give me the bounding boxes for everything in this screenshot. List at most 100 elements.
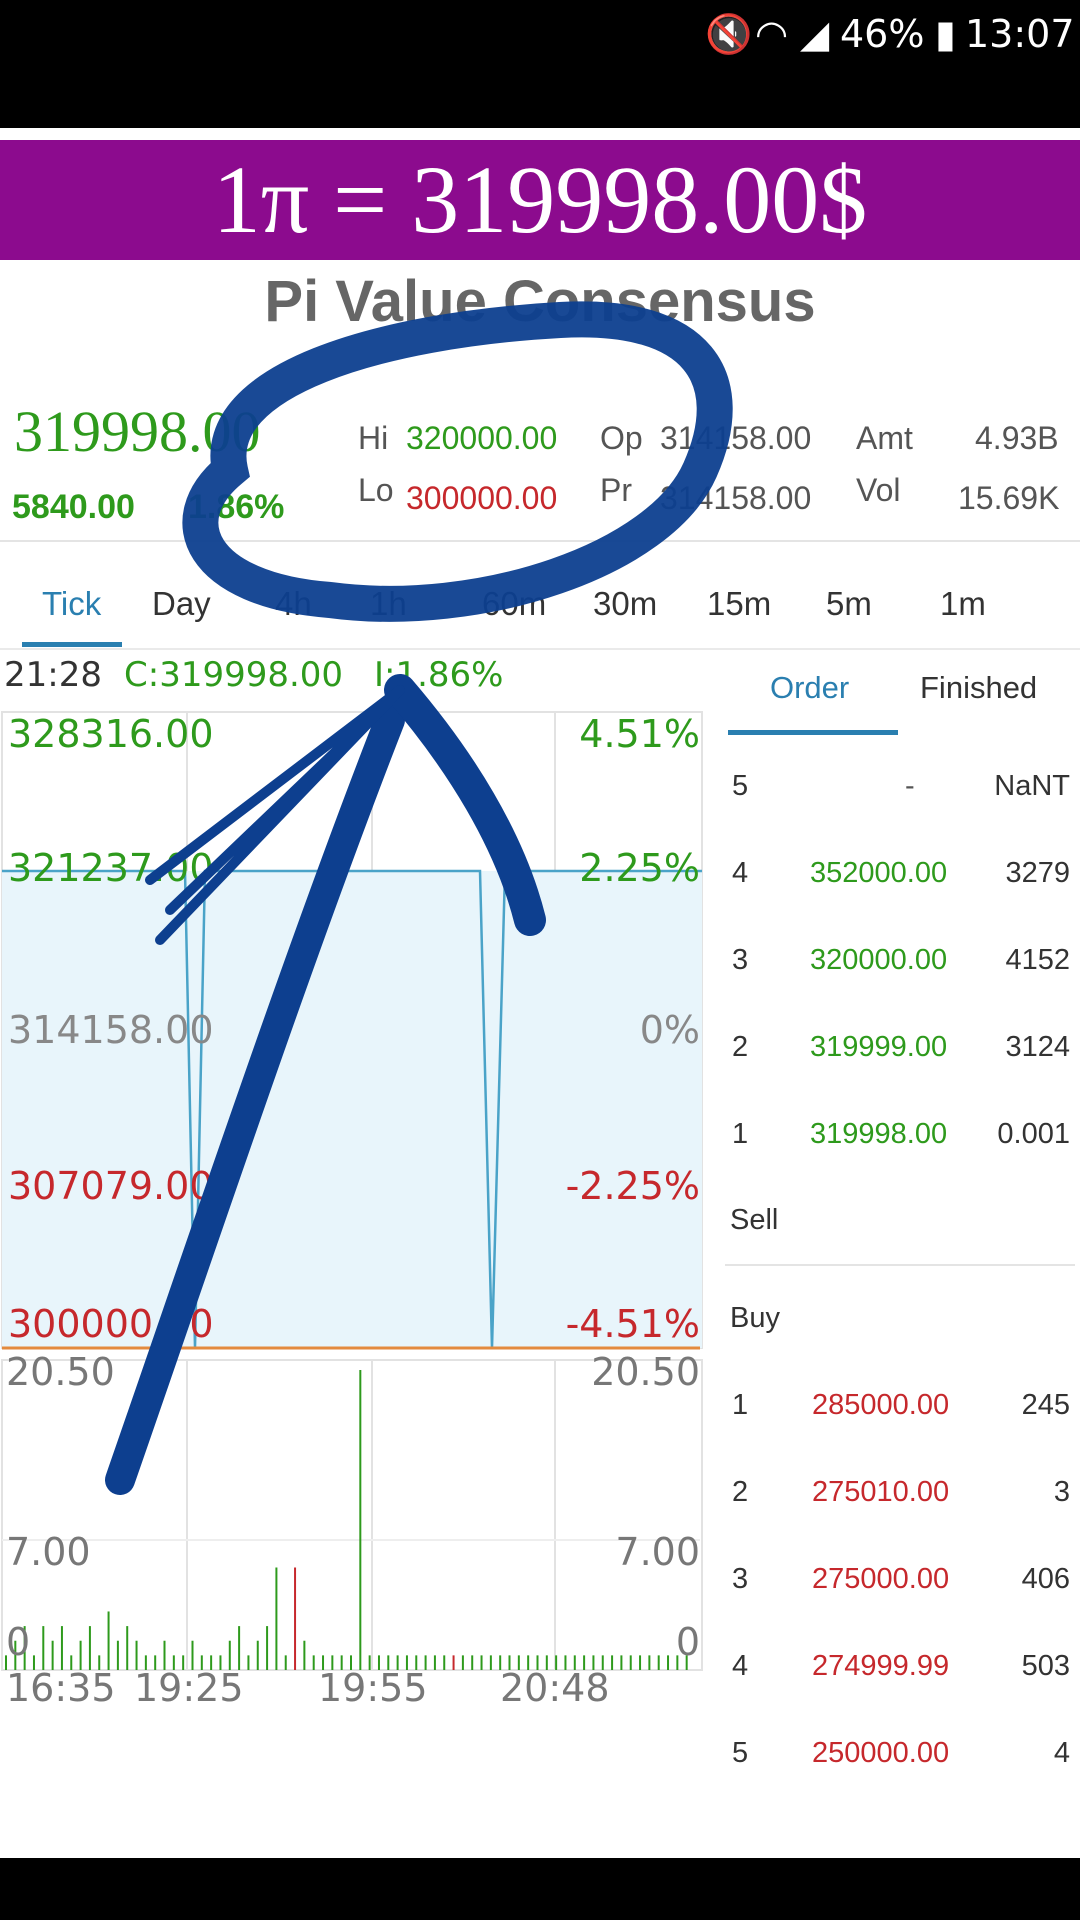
tab-order[interactable]: Order xyxy=(770,670,849,706)
time-axis-label: 19:25 xyxy=(134,1666,244,1710)
navigation-bar xyxy=(0,1858,1080,1920)
tab-day[interactable]: Day xyxy=(152,585,211,623)
lo-value: 300000.00 xyxy=(406,480,558,516)
buy-qty: 245 xyxy=(1021,1389,1070,1421)
tab-1h[interactable]: 1h xyxy=(370,585,407,623)
lo-label: Lo xyxy=(358,472,394,508)
buy-price: 250000.00 xyxy=(812,1737,950,1769)
sell-label: Sell xyxy=(730,1204,779,1236)
buy-price: 275010.00 xyxy=(812,1476,950,1508)
sell-level: 3 xyxy=(732,944,749,976)
hi-label: Hi xyxy=(358,420,389,456)
sell-level: 4 xyxy=(732,857,749,889)
buy-level: 1 xyxy=(732,1389,749,1421)
pct-axis-label: -2.25% xyxy=(565,1164,700,1208)
tab-60m[interactable]: 60m xyxy=(482,585,546,623)
volume-axis-label: 0 xyxy=(6,1620,31,1664)
volume-axis-label: 7.00 xyxy=(6,1530,91,1574)
tab-5m[interactable]: 5m xyxy=(826,585,872,623)
divider xyxy=(725,1264,1075,1266)
time-axis-label: 16:35 xyxy=(6,1666,116,1710)
vol-label: Vol xyxy=(856,472,901,508)
volume-axis-label: 20.50 xyxy=(6,1350,115,1394)
price-axis-label: 307079.00 xyxy=(8,1164,214,1208)
price-area-fill xyxy=(2,871,702,1348)
buy-level: 3 xyxy=(732,1563,749,1595)
pr-value: 314158.00 xyxy=(660,480,812,516)
buy-price: 275000.00 xyxy=(812,1563,950,1595)
annotation-circle xyxy=(182,301,733,622)
buy-qty: 503 xyxy=(1021,1650,1070,1682)
pr-label: Pr xyxy=(600,472,632,508)
price-banner: 1π = 319998.00$ xyxy=(0,140,1080,260)
price-axis-label: 328316.00 xyxy=(8,712,214,756)
battery-icon: ▮ xyxy=(935,12,956,56)
buy-price: 285000.00 xyxy=(812,1389,950,1421)
sell-qty: NaNT xyxy=(994,770,1070,802)
op-label: Op xyxy=(600,420,643,456)
amt-label: Amt xyxy=(856,420,913,456)
price-change-pct: 1.86% xyxy=(188,488,285,526)
buy-price: 274999.99 xyxy=(812,1650,950,1682)
sell-price: 319998.00 xyxy=(810,1118,948,1150)
sell-level: 5 xyxy=(732,770,749,802)
current-price: 319998.00 xyxy=(14,399,261,464)
sell-level: 2 xyxy=(732,1031,749,1063)
hi-value: 320000.00 xyxy=(406,420,558,456)
buy-level: 4 xyxy=(732,1650,749,1682)
tab-30m[interactable]: 30m xyxy=(593,585,657,623)
sell-qty: 4152 xyxy=(1005,944,1070,976)
price-change: 5840.00 xyxy=(12,488,135,526)
sell-price: 319999.00 xyxy=(810,1031,948,1063)
pct-axis-label: 2.25% xyxy=(579,846,700,890)
chart-increase: I:1.86% xyxy=(374,655,504,695)
amt-value: 4.93B xyxy=(975,420,1059,456)
battery-percent: 46% xyxy=(840,12,925,56)
pct-axis-label: 4.51% xyxy=(579,712,700,756)
buy-level: 2 xyxy=(732,1476,749,1508)
divider xyxy=(0,540,1080,542)
signal-icon: ◢ xyxy=(800,12,830,56)
sell-level: 1 xyxy=(732,1118,749,1150)
tab-1m[interactable]: 1m xyxy=(940,585,986,623)
op-value: 314158.00 xyxy=(660,420,812,456)
tab-15m[interactable]: 15m xyxy=(707,585,771,623)
sell-price: 352000.00 xyxy=(810,857,948,889)
mute-icon: 🔇 xyxy=(705,12,753,56)
price-axis-label: 321237.00 xyxy=(8,846,214,890)
tab-tick[interactable]: Tick xyxy=(42,585,101,623)
volume-axis-label: 20.50 xyxy=(591,1350,700,1394)
divider xyxy=(0,648,1080,650)
sell-price: - xyxy=(905,770,915,802)
wifi-icon: ◠ xyxy=(755,12,789,56)
buy-level: 5 xyxy=(732,1737,749,1769)
time-axis-label: 19:55 xyxy=(318,1666,428,1710)
clock: 13:07 xyxy=(965,12,1075,56)
status-bar: 🔇 ◠ ◢ 46% ▮ 13:07 xyxy=(0,0,1080,128)
sell-qty: 0.001 xyxy=(997,1118,1070,1150)
vol-value: 15.69K xyxy=(958,480,1060,516)
page-title: Pi Value Consensus xyxy=(264,269,816,334)
buy-label: Buy xyxy=(730,1302,780,1334)
price-axis-label: 314158.00 xyxy=(8,1008,214,1052)
tab-4h[interactable]: 4h xyxy=(275,585,312,623)
divider xyxy=(0,128,1080,140)
active-tab-indicator xyxy=(22,642,122,647)
sell-qty: 3279 xyxy=(1005,857,1070,889)
volume-axis-label: 0 xyxy=(675,1620,700,1664)
time-axis-label: 20:48 xyxy=(500,1666,610,1710)
pct-axis-label: 0% xyxy=(639,1008,700,1052)
sell-price: 320000.00 xyxy=(810,944,948,976)
buy-qty: 406 xyxy=(1021,1563,1070,1595)
sell-qty: 3124 xyxy=(1005,1031,1070,1063)
volume-axis-label: 7.00 xyxy=(615,1530,700,1574)
chart-close: C:319998.00 xyxy=(124,655,344,695)
tab-finished[interactable]: Finished xyxy=(920,670,1037,706)
pct-axis-label: -4.51% xyxy=(565,1302,700,1346)
chart-time: 21:28 xyxy=(4,655,102,695)
price-axis-label: 300000.00 xyxy=(8,1302,214,1346)
buy-qty: 4 xyxy=(1053,1737,1070,1769)
active-order-tab-indicator xyxy=(728,730,898,735)
buy-qty: 3 xyxy=(1053,1476,1070,1508)
chart-area xyxy=(2,871,702,1348)
